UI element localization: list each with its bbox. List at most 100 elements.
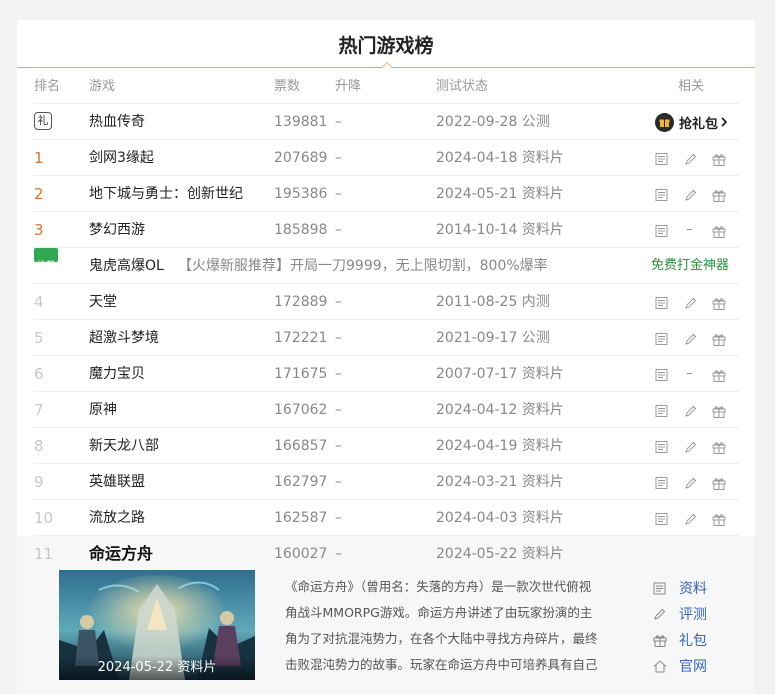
game-name[interactable]: 魔力宝贝 — [89, 356, 145, 392]
game-trend: – — [335, 474, 342, 490]
game-name[interactable]: 新天龙八部 — [89, 428, 159, 464]
featured-row[interactable]: 礼 热血传奇 139881 – 2022-09-28 公测 抢礼包 — [33, 104, 739, 140]
game-trend: – — [335, 150, 342, 166]
document-icon[interactable] — [655, 369, 669, 382]
table-row[interactable]: 6 魔力宝贝 171675–2007-07-17 资料片 – — [33, 356, 739, 392]
related-links — [653, 140, 743, 176]
game-name[interactable]: 热血传奇 — [89, 104, 145, 140]
table-row[interactable]: 7 原神 167062– 2024-04-12 资料片 — [33, 392, 739, 428]
col-votes: 票数 — [274, 79, 301, 94]
document-icon[interactable] — [655, 441, 669, 454]
game-trend: – — [335, 222, 342, 238]
review-unavailable: – — [686, 222, 693, 237]
pencil-icon[interactable] — [684, 153, 698, 166]
pencil-icon[interactable] — [684, 477, 698, 490]
table-row[interactable]: 4 天堂 172889– 2011-08-25 内测 — [33, 284, 739, 320]
promo-row[interactable]: 推荐 鬼虎高爆OL 【火爆新服推荐】开局一刀9999，无上限切割，800%爆率 … — [33, 248, 739, 284]
game-trend: – — [335, 510, 342, 526]
game-name[interactable]: 流放之路 — [89, 500, 145, 536]
gift-icon[interactable] — [712, 333, 726, 346]
gift-icon[interactable] — [712, 225, 726, 238]
document-icon[interactable] — [655, 333, 669, 346]
table-row[interactable]: 2 地下城与勇士：创新世纪 195386– 2024-05-21 资料片 — [33, 176, 739, 212]
promo-text[interactable]: 【火爆新服推荐】开局一刀9999，无上限切割，800%爆率 — [178, 248, 548, 284]
table-row[interactable]: 10 流放之路 162587– 2024-04-03 资料片 — [33, 500, 739, 536]
game-name[interactable]: 命运方舟 — [89, 536, 153, 572]
game-trend: – — [335, 330, 342, 346]
document-icon[interactable] — [655, 405, 669, 418]
game-status: 2024-04-18 资料片 — [436, 150, 564, 166]
game-rank: 1 — [34, 149, 44, 167]
review-link[interactable]: 评测 — [653, 602, 743, 628]
gift-icon[interactable] — [712, 153, 726, 166]
table-row[interactable]: 9 英雄联盟 162797– 2024-03-21 资料片 — [33, 464, 739, 500]
document-icon[interactable] — [655, 297, 669, 310]
gift-icon[interactable] — [712, 477, 726, 490]
game-name[interactable]: 天堂 — [89, 284, 117, 320]
gift-icon — [653, 635, 667, 647]
game-status: 2021-09-17 公测 — [436, 330, 550, 346]
document-icon[interactable] — [655, 513, 669, 526]
game-status: 2024-03-21 资料片 — [436, 474, 564, 490]
table-row[interactable]: 8 新天龙八部 166857– 2024-04-19 资料片 — [33, 428, 739, 464]
title-caret — [381, 62, 393, 68]
game-votes: 162587 — [274, 510, 328, 526]
related-links: – — [653, 356, 743, 392]
game-ranking-panel: 热门游戏榜 排名 游戏 票数 升降 测试状态 相关 礼 热血传奇 139881 … — [17, 20, 755, 694]
game-name[interactable]: 英雄联盟 — [89, 464, 145, 500]
game-rank: 10 — [34, 509, 54, 527]
game-status: 2024-04-03 资料片 — [436, 510, 564, 526]
gift-icon[interactable] — [712, 513, 726, 526]
info-link[interactable]: 资料 — [653, 576, 743, 602]
game-name[interactable]: 梦幻西游 — [89, 212, 145, 248]
gift-icon[interactable] — [712, 369, 726, 382]
pencil-icon[interactable] — [684, 405, 698, 418]
related-links — [653, 428, 743, 464]
game-trend: – — [335, 114, 342, 130]
table-row[interactable]: 1 剑网3缘起 207689– 2024-04-18 资料片 — [33, 140, 739, 176]
document-icon — [653, 582, 666, 595]
game-name[interactable]: 剑网3缘起 — [89, 140, 154, 176]
game-name[interactable]: 原神 — [89, 392, 117, 428]
gift-icon[interactable] — [712, 297, 726, 310]
game-votes: 195386 — [274, 186, 328, 202]
game-votes: 172889 — [274, 294, 328, 310]
document-icon[interactable] — [655, 153, 669, 166]
game-links: 资料 评测 礼包 官网 — [653, 576, 743, 680]
game-votes: 207689 — [274, 150, 328, 166]
game-cover-image[interactable]: 2024-05-22 资料片 — [59, 570, 255, 680]
table-row[interactable]: 5 超激斗梦境 172221– 2021-09-17 公测 — [33, 320, 739, 356]
table-header: 排名 游戏 票数 升降 测试状态 相关 — [33, 70, 739, 104]
gift-icon[interactable] — [712, 189, 726, 202]
game-rank: 2 — [34, 185, 44, 203]
col-rank: 排名 — [34, 79, 61, 94]
game-status: 2024-05-21 资料片 — [436, 186, 564, 202]
gift-icon[interactable] — [712, 405, 726, 418]
game-trend: – — [335, 294, 342, 310]
document-icon[interactable] — [655, 189, 669, 202]
gift-link[interactable]: 礼包 — [653, 628, 743, 654]
grab-gift-button[interactable]: 抢礼包 — [655, 112, 728, 132]
pencil-icon[interactable] — [684, 441, 698, 454]
table-row[interactable]: 3 梦幻西游 185898–2014-10-14 资料片 – — [33, 212, 739, 248]
recommend-badge: 推荐 — [34, 248, 59, 271]
expanded-game-detail: 11 命运方舟 160027 – 2024-05-22 资料片 2024-05-… — [17, 536, 755, 694]
game-rank: 8 — [34, 437, 44, 455]
gift-icon[interactable] — [712, 441, 726, 454]
pencil-icon — [654, 608, 666, 620]
promo-game-name[interactable]: 鬼虎高爆OL — [89, 248, 164, 284]
document-icon[interactable] — [655, 477, 669, 490]
game-name[interactable]: 超激斗梦境 — [89, 320, 159, 356]
promo-link[interactable]: 免费打金神器 — [651, 248, 729, 284]
pencil-icon[interactable] — [684, 513, 698, 526]
pencil-icon[interactable] — [684, 333, 698, 346]
document-icon[interactable] — [655, 225, 669, 238]
game-name[interactable]: 地下城与勇士：创新世纪 — [89, 176, 243, 212]
game-trend: – — [335, 366, 342, 382]
pencil-icon[interactable] — [684, 297, 698, 310]
cover-caption: 2024-05-22 资料片 — [59, 656, 255, 680]
pencil-icon[interactable] — [684, 189, 698, 202]
game-status: 2011-08-25 内测 — [436, 294, 550, 310]
official-site-link[interactable]: 官网 — [653, 654, 743, 680]
related-links — [653, 284, 743, 320]
